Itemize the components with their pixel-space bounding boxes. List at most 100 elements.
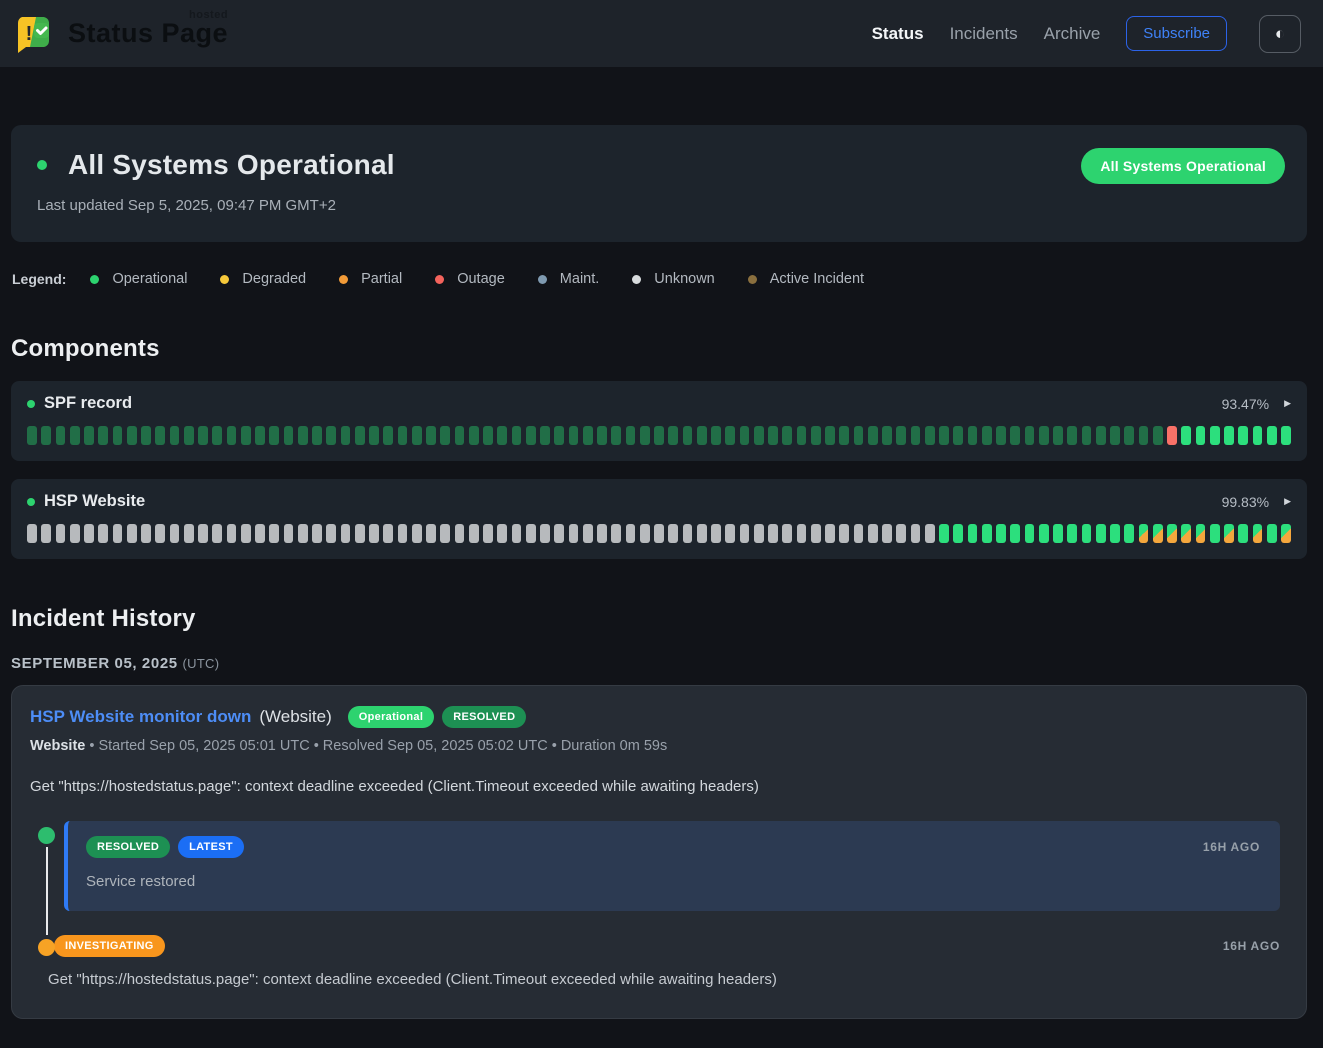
uptime-bar-dim: [170, 426, 180, 445]
uptime-bar-unknown: [141, 524, 151, 543]
legend-item-partial: Partial: [339, 271, 402, 287]
uptime-bar-partial: [1281, 524, 1291, 543]
uptime-bar-unknown: [725, 524, 735, 543]
uptime-bar-dim: [569, 426, 579, 445]
uptime-bar-dim: [526, 426, 536, 445]
nav-link-incidents[interactable]: Incidents: [950, 24, 1018, 44]
uptime-bar-dim: [1153, 426, 1163, 445]
uptime-bar-dim: [27, 426, 37, 445]
legend-item-label: Maint.: [560, 271, 600, 287]
uptime-bar-dim: [683, 426, 693, 445]
uptime-bar-op: [1253, 426, 1263, 445]
timeline-latest-box: RESOLVEDLATEST16H AGOService restored: [64, 821, 1280, 911]
uptime-bar-op: [1238, 524, 1248, 543]
uptime-bar-dim: [626, 426, 636, 445]
uptime-bar-partial: [1253, 524, 1263, 543]
uptime-bar-dim: [1067, 426, 1077, 445]
incident-status-badge: Operational: [348, 706, 434, 728]
uptime-bar-unknown: [854, 524, 864, 543]
incident-date-timezone: (UTC): [183, 656, 220, 671]
uptime-bar-dim: [1124, 426, 1134, 445]
uptime-bar-unknown: [654, 524, 664, 543]
uptime-bar-partial: [1139, 524, 1149, 543]
expand-arrow-icon[interactable]: ▶: [1284, 398, 1291, 409]
timeline-dot: [38, 939, 55, 956]
uptime-bar-dim: [255, 426, 265, 445]
uptime-bar-unknown: [469, 524, 479, 543]
uptime-bar-op: [1238, 426, 1248, 445]
overall-status-badge: All Systems Operational: [1081, 148, 1285, 184]
nav-link-status[interactable]: Status: [872, 24, 924, 44]
timeline-message: Get "https://hostedstatus.page": context…: [48, 971, 1280, 988]
incident-meta-times: • Started Sep 05, 2025 05:01 UTC • Resol…: [85, 738, 667, 754]
uptime-bar-dim: [56, 426, 66, 445]
theme-toggle-button[interactable]: ◐: [1259, 15, 1301, 53]
uptime-bar-unknown: [312, 524, 322, 543]
component-header[interactable]: HSP Website99.83%▶: [27, 492, 1291, 511]
legend-dot: [435, 275, 444, 284]
uptime-bar-dim: [640, 426, 650, 445]
uptime-bar-unknown: [298, 524, 308, 543]
uptime-bar-dim: [98, 426, 108, 445]
uptime-bar-dim: [483, 426, 493, 445]
subscribe-button[interactable]: Subscribe: [1126, 16, 1227, 51]
uptime-bar-op: [1110, 524, 1120, 543]
uptime-bar-unknown: [626, 524, 636, 543]
legend-item-label: Outage: [457, 271, 505, 287]
uptime-bar-op: [1210, 426, 1220, 445]
overall-status-title: All Systems Operational: [68, 149, 395, 181]
uptime-bar-unknown: [241, 524, 251, 543]
timeline-badge-investigating: INVESTIGATING: [54, 935, 165, 957]
uptime-bar-op: [1196, 426, 1206, 445]
uptime-bar-unknown: [284, 524, 294, 543]
uptime-bar-dim: [1025, 426, 1035, 445]
expand-arrow-icon[interactable]: ▶: [1284, 496, 1291, 507]
uptime-bar-unknown: [540, 524, 550, 543]
legend-dot: [538, 275, 547, 284]
uptime-bar-op: [1124, 524, 1134, 543]
uptime-bar-unknown: [683, 524, 693, 543]
uptime-bar-partial: [1167, 524, 1177, 543]
uptime-bar-unknown: [569, 524, 579, 543]
brand[interactable]: ! Status Page hosted: [12, 11, 228, 57]
uptime-bar-dim: [854, 426, 864, 445]
uptime-bar-dim: [611, 426, 621, 445]
uptime-bar-unknown: [412, 524, 422, 543]
uptime-bar-dim: [839, 426, 849, 445]
uptime-bar-unknown: [155, 524, 165, 543]
timeline-badge-latest: LATEST: [178, 836, 244, 858]
uptime-bar-dim: [141, 426, 151, 445]
uptime-bar-unknown: [440, 524, 450, 543]
uptime-bar-dim: [113, 426, 123, 445]
uptime-bar-unknown: [754, 524, 764, 543]
half-moon-icon: ◐: [1275, 24, 1285, 44]
legend-item-maint-: Maint.: [538, 271, 600, 287]
timeline-message: Service restored: [86, 873, 1260, 890]
uptime-bar-dim: [341, 426, 351, 445]
uptime-bar-unknown: [56, 524, 66, 543]
uptime-bar-dim: [725, 426, 735, 445]
component-card-spf-record: SPF record93.47%▶: [11, 381, 1307, 461]
top-header: ! Status Page hosted Status Incidents Arch…: [0, 0, 1323, 67]
legend-dot: [748, 275, 757, 284]
svg-text:!: !: [26, 23, 33, 45]
uptime-bar-dim: [440, 426, 450, 445]
uptime-bar-unknown: [811, 524, 821, 543]
uptime-bar-dim: [1053, 426, 1063, 445]
nav-link-archive[interactable]: Archive: [1044, 24, 1101, 44]
uptime-bar-dim: [312, 426, 322, 445]
uptime-bar-unknown: [326, 524, 336, 543]
incident-title-link[interactable]: HSP Website monitor down: [30, 707, 251, 727]
legend-dot: [339, 275, 348, 284]
uptime-bar-op: [1224, 426, 1234, 445]
uptime-bar-dim: [326, 426, 336, 445]
timeline-connector-line: [46, 847, 48, 935]
uptime-bar-unknown: [41, 524, 51, 543]
component-header[interactable]: SPF record93.47%▶: [27, 394, 1291, 413]
uptime-bar-dim: [241, 426, 251, 445]
uptime-bar-unknown: [839, 524, 849, 543]
uptime-bar-dim: [540, 426, 550, 445]
uptime-bars: [27, 426, 1291, 445]
uptime-bar-op: [953, 524, 963, 543]
uptime-bar-dim: [996, 426, 1006, 445]
